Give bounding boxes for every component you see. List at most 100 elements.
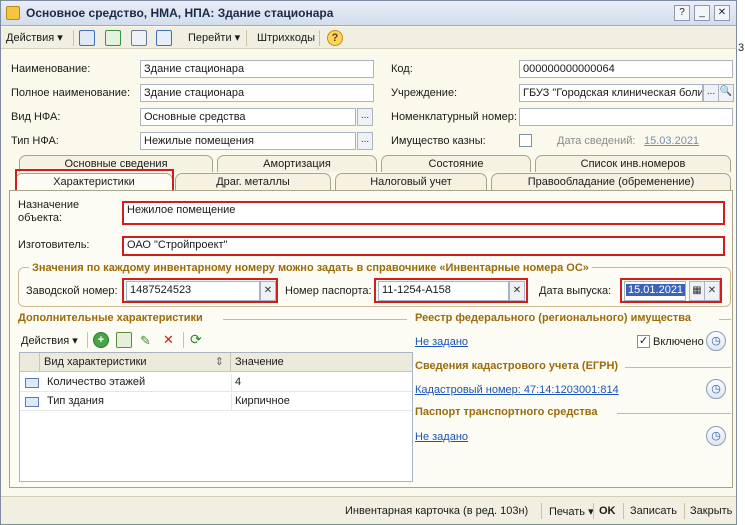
print-menu[interactable]: Печать ▾ [549,505,594,518]
purpose-label: Назначение объекта: [18,199,80,224]
registry-link[interactable]: Не задано [415,336,468,348]
vehicle-passport-divider [617,413,731,414]
purpose-field[interactable]: Нежилое помещение [122,201,725,225]
release-date-highlight [620,278,722,303]
nfa-type-field[interactable]: Нежилые помещения [140,132,356,150]
info-date-link[interactable]: 15.03.2021 [644,135,699,147]
extra-chars-title: Дополнительные характеристики [18,312,203,324]
extra-chars-table[interactable]: Вид характеристики ⇕ Значение Количество … [19,352,413,482]
toolbar-separator [623,503,624,519]
inventory-group-title: Значения по каждому инвентарному номеру … [29,262,592,274]
title-bar: Основное средство, НМА, НПА: Здание стац… [1,1,736,26]
edit-row-icon[interactable]: ✎ [140,333,151,349]
sort-icon: ⇕ [214,356,224,368]
name-label: Наименование: [11,63,91,75]
factory-number-label: Заводской номер: [26,285,118,297]
ok-button[interactable]: OK [599,505,616,517]
toolbar-separator [73,30,74,46]
status-bar: Инвентарная карточка (в ред. 103н) Печат… [1,496,736,524]
toolbar: Действия ▾ Перейти ▾ Штрихкоды ? [1,27,736,49]
navigate-icon[interactable] [156,30,172,46]
toolbar-separator [87,332,88,348]
included-label: Включено [653,336,704,348]
table-cell-value: Кирпичное [231,393,411,411]
institution-field[interactable]: ГБУЗ "Городская клиническая боли [519,84,703,102]
characteristic-icon [25,378,39,388]
included-checkbox[interactable]: ✓ [637,335,650,348]
help-icon[interactable]: ? [327,30,343,46]
add-icon[interactable]: + [93,332,109,348]
reload-icon[interactable]: ⟳ [190,331,202,348]
tab-state[interactable]: Состояние [381,155,531,172]
toolbar-separator [183,332,184,348]
treasury-checkbox[interactable] [519,134,532,147]
toolbar-separator [246,30,247,46]
table-cell-kind: Количество этажей [47,376,146,388]
toolbar-separator [541,503,542,519]
tab-ownership[interactable]: Правообладание (обременение) [491,173,731,190]
copy-row-icon[interactable] [116,332,132,348]
table-cell-kind: Тип здания [47,395,104,407]
toolbar-separator [684,503,685,519]
passport-number-label: Номер паспорта: [285,285,372,297]
barcodes-button[interactable]: Штрихкоды [257,30,315,46]
tab-inv-list[interactable]: Список инв.номеров [535,155,731,172]
nfa-kind-label: Вид НФА: [11,111,61,123]
institution-open-button[interactable]: 🔍 [718,84,734,102]
info-date-label: Дата сведений: [557,135,636,147]
tab-tax-accounting[interactable]: Налоговый учет [335,173,487,190]
vehicle-passport-title: Паспорт транспортного средства [415,406,598,418]
background-window-fragment: 3 [738,42,745,54]
help-title-button[interactable]: ? [674,5,690,21]
nfa-kind-field[interactable]: Основные средства [140,108,356,126]
institution-label: Учреждение: [391,87,458,99]
fullname-field[interactable]: Здание стационара [140,84,374,102]
extra-actions-menu[interactable]: Действия ▾ [21,334,78,347]
table-header-value[interactable]: Значение [231,353,412,372]
table-cell-value: 4 [231,374,411,392]
inventory-card-button[interactable]: Инвентарная карточка (в ред. 103н) [345,505,528,517]
table-header-kind[interactable]: Вид характеристики ⇕ [40,353,231,372]
nfa-type-select-button[interactable]: ... [357,132,373,150]
tab-amortization[interactable]: Амортизация [217,155,377,172]
release-date-label: Дата выпуска: [539,285,612,297]
name-field[interactable]: Здание стационара [140,60,374,78]
treasury-label: Имущество казны: [391,135,486,147]
window-title: Основное средство, НМА, НПА: Здание стац… [26,6,334,20]
refresh-icon[interactable] [105,30,121,46]
toolbar-separator [593,503,594,519]
cadastre-title: Сведения кадастрового учета (ЕГРН) [415,360,619,372]
copy-icon[interactable] [131,30,147,46]
close-button[interactable]: Закрыть [690,505,732,517]
extra-chars-divider [223,319,407,320]
table-row[interactable]: Тип здания Кирпичное [20,393,412,411]
vehicle-passport-history-icon[interactable]: ◷ [706,426,726,446]
goto-menu[interactable]: Перейти ▾ [188,30,240,46]
minimize-button[interactable]: _ [694,5,710,21]
document-icon [6,6,20,20]
close-window-button[interactable]: ✕ [714,5,730,21]
registry-divider [719,319,731,320]
nfa-kind-select-button[interactable]: ... [357,108,373,126]
cadastre-history-icon[interactable]: ◷ [706,379,726,399]
toolbar-separator [319,30,320,46]
tab-precious-metals[interactable]: Драг. металлы [175,173,331,190]
passport-number-highlight [374,278,528,303]
registry-title: Реестр федерального (регионального) имущ… [415,312,691,324]
delete-row-icon[interactable]: ✕ [163,332,174,348]
cadastre-link[interactable]: Кадастровый номер: 47:14:1203001:814 [415,384,619,396]
actions-menu[interactable]: Действия ▾ [6,30,63,46]
fullname-label: Полное наименование: [11,87,131,99]
registry-history-icon[interactable]: ◷ [706,331,726,351]
code-label: Код: [391,63,413,75]
vehicle-passport-link[interactable]: Не задано [415,431,468,443]
edit-icon[interactable] [79,30,95,46]
cadastre-divider [625,367,731,368]
nomenclature-field[interactable] [519,108,733,126]
factory-number-highlight [122,278,278,303]
institution-select-button[interactable]: ... [703,84,719,102]
manufacturer-field[interactable]: ОАО "Стройпроект" [122,236,725,256]
table-row[interactable]: Количество этажей 4 [20,374,412,392]
code-field[interactable]: 000000000000064 [519,60,733,78]
save-button[interactable]: Записать [630,505,677,517]
